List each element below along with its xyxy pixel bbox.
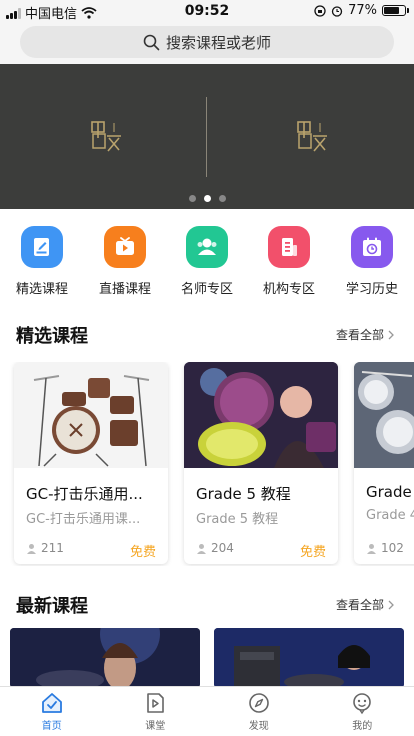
student-count: 204 <box>196 541 234 555</box>
chevron-right-icon <box>388 600 394 609</box>
carousel-dot[interactable] <box>203 195 211 202</box>
search-icon <box>143 34 160 50</box>
category-live-courses[interactable]: 直播课程 <box>85 226 165 297</box>
user-icon <box>197 543 206 554</box>
category-history[interactable]: 学习历史 <box>332 226 412 297</box>
battery-percent: 77% <box>348 3 377 18</box>
course-subtitle: Grade 5 教程 <box>196 512 279 527</box>
home-icon <box>41 693 62 713</box>
category-label: 机构专区 <box>262 282 315 297</box>
search-input[interactable]: 搜索课程或老师 <box>20 26 394 58</box>
tab-label: 课堂 <box>145 721 166 732</box>
category-featured-courses[interactable]: 精选课程 <box>2 226 82 297</box>
category-label: 学习历史 <box>345 282 398 297</box>
course-subtitle: GC-打击乐通用课... <box>26 512 141 527</box>
chevron-right-icon <box>388 330 394 339</box>
category-label: 精选课程 <box>15 282 68 297</box>
banner-divider <box>206 97 207 177</box>
section-title: 精选课程 <box>16 326 88 347</box>
course-subtitle: Grade 4 <box>366 508 414 523</box>
tab-home[interactable]: 首页 <box>0 687 104 736</box>
course-thumbnail <box>184 362 338 468</box>
course-price: 免费 <box>129 545 156 560</box>
compass-icon <box>248 693 269 713</box>
status-bar: 中国电信 09:52 77% <box>0 0 414 22</box>
view-all-link[interactable]: 查看全部 <box>336 326 394 343</box>
course-card[interactable]: GC-打击乐通用... GC-打击乐通用课... 211 免费 <box>14 362 168 564</box>
category-famous-teachers[interactable]: 名师专区 <box>167 226 247 297</box>
course-card[interactable]: Grade 4 Grade 4 102 <box>354 362 414 564</box>
course-title: Grade 5 教程 <box>196 485 291 503</box>
tab-label: 首页 <box>41 721 62 732</box>
course-title: GC-打击乐通用... <box>26 485 143 503</box>
search-placeholder: 搜索课程或老师 <box>165 33 271 52</box>
battery-fill <box>384 7 400 14</box>
bottom-tab-bar: 首页 课堂 发现 我的 <box>0 686 414 736</box>
orientation-lock-icon <box>314 4 326 17</box>
course-price: 免费 <box>299 545 326 560</box>
course-title: Grade 4 <box>366 483 414 501</box>
building-icon <box>268 226 310 268</box>
view-all-label: 查看全部 <box>335 598 384 612</box>
view-all-link[interactable]: 查看全部 <box>336 596 394 613</box>
course-card[interactable]: Grade 5 教程 Grade 5 教程 204 免费 <box>184 362 338 564</box>
user-icon <box>367 543 376 554</box>
carousel-dot[interactable] <box>218 195 226 202</box>
featured-course-list: GC-打击乐通用... GC-打击乐通用课... 211 免费 Grade 5 … <box>0 362 414 566</box>
latest-section-header: 最新课程 查看全部 <box>0 592 414 618</box>
carousel-dot[interactable] <box>188 195 196 202</box>
tab-label: 发现 <box>248 721 269 732</box>
book-edit-icon <box>21 226 63 268</box>
classroom-play-icon <box>147 693 165 713</box>
status-right: 77% <box>314 3 409 18</box>
brand-logo-right <box>297 121 327 152</box>
course-thumbnail <box>354 362 414 468</box>
tab-profile[interactable]: 我的 <box>311 687 414 736</box>
latest-course-list <box>0 628 414 688</box>
student-count: 211 <box>26 541 64 555</box>
latest-course-thumbnail[interactable] <box>214 628 404 688</box>
banner-carousel[interactable] <box>0 64 414 209</box>
featured-section-header: 精选课程 查看全部 <box>0 322 414 348</box>
section-title: 最新课程 <box>16 596 88 617</box>
profile-icon <box>353 693 372 715</box>
latest-course-thumbnail[interactable] <box>10 628 200 688</box>
calendar-clock-icon <box>351 226 393 268</box>
category-label: 名师专区 <box>180 282 233 297</box>
student-count-value: 102 <box>381 541 404 555</box>
tab-classroom[interactable]: 课堂 <box>104 687 208 736</box>
brand-logo-left <box>91 121 121 152</box>
battery-icon <box>382 5 409 16</box>
student-count-value: 204 <box>211 541 234 555</box>
tab-discover[interactable]: 发现 <box>207 687 311 736</box>
alarm-icon <box>331 5 343 17</box>
category-label: 直播课程 <box>98 282 151 297</box>
view-all-label: 查看全部 <box>335 328 384 342</box>
user-icon <box>27 543 36 554</box>
tab-label: 我的 <box>352 721 373 732</box>
teachers-icon <box>186 226 228 268</box>
carousel-indicator <box>0 195 414 202</box>
course-thumbnail <box>14 362 168 468</box>
tv-play-icon <box>104 226 146 268</box>
category-row: 精选课程 直播课程 名师专区 机构专区 学习历史 <box>0 226 414 304</box>
search-bar-area: 搜索课程或老师 <box>0 22 414 64</box>
category-institutions[interactable]: 机构专区 <box>249 226 329 297</box>
student-count: 102 <box>366 541 404 555</box>
student-count-value: 211 <box>41 541 64 555</box>
